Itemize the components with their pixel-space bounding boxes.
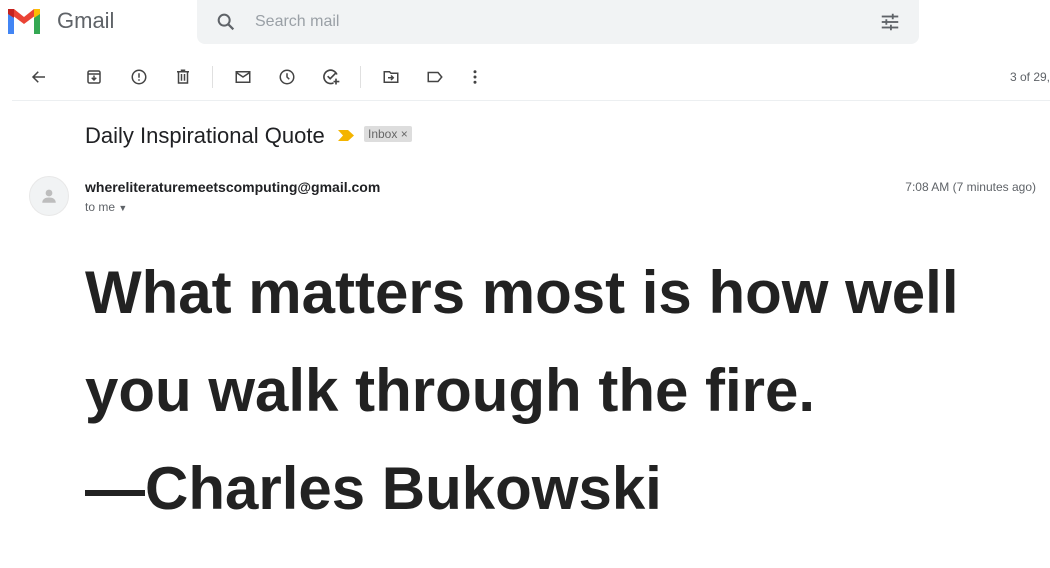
email-body: What matters most is how well you walk t… — [85, 244, 959, 538]
importance-marker-icon[interactable] — [338, 130, 354, 141]
message-count: 3 of 29, — [1009, 70, 1050, 84]
chevron-down-icon[interactable]: ▼ — [118, 203, 127, 213]
search-icon[interactable] — [215, 11, 237, 33]
back-icon[interactable] — [28, 66, 50, 88]
archive-icon[interactable] — [83, 66, 105, 88]
search-bar — [197, 0, 919, 44]
label-remove-icon[interactable]: × — [401, 127, 408, 141]
label-text: Inbox — [368, 127, 398, 141]
quote-line: you walk through the fire. — [85, 357, 816, 424]
label-icon[interactable] — [424, 66, 446, 88]
sender-email[interactable]: whereliteraturemeetscomputing@gmail.com — [85, 179, 380, 195]
toolbar-divider — [12, 100, 1050, 101]
mark-unread-icon[interactable] — [232, 66, 254, 88]
report-spam-icon[interactable] — [128, 66, 150, 88]
inbox-label[interactable]: Inbox × — [364, 126, 412, 142]
move-to-icon[interactable] — [380, 66, 402, 88]
quote-attribution: —Charles Bukowski — [85, 455, 662, 522]
recipient-details[interactable]: to me ▼ — [85, 200, 127, 214]
person-icon — [42, 189, 56, 203]
add-task-icon[interactable] — [320, 66, 342, 88]
email-subject: Daily Inspirational Quote — [85, 123, 325, 148]
app-name: Gmail — [57, 8, 115, 33]
avatar — [29, 176, 69, 216]
more-icon[interactable] — [464, 66, 486, 88]
delete-icon[interactable] — [172, 66, 194, 88]
quote-line: What matters most is how well — [85, 259, 959, 326]
search-options-icon[interactable] — [879, 11, 901, 33]
snooze-icon[interactable] — [276, 66, 298, 88]
recipient-text: to me — [85, 200, 116, 214]
email-timestamp: 7:08 AM (7 minutes ago) — [905, 180, 1036, 194]
gmail-logo[interactable] — [6, 6, 42, 36]
search-input[interactable] — [253, 12, 817, 32]
